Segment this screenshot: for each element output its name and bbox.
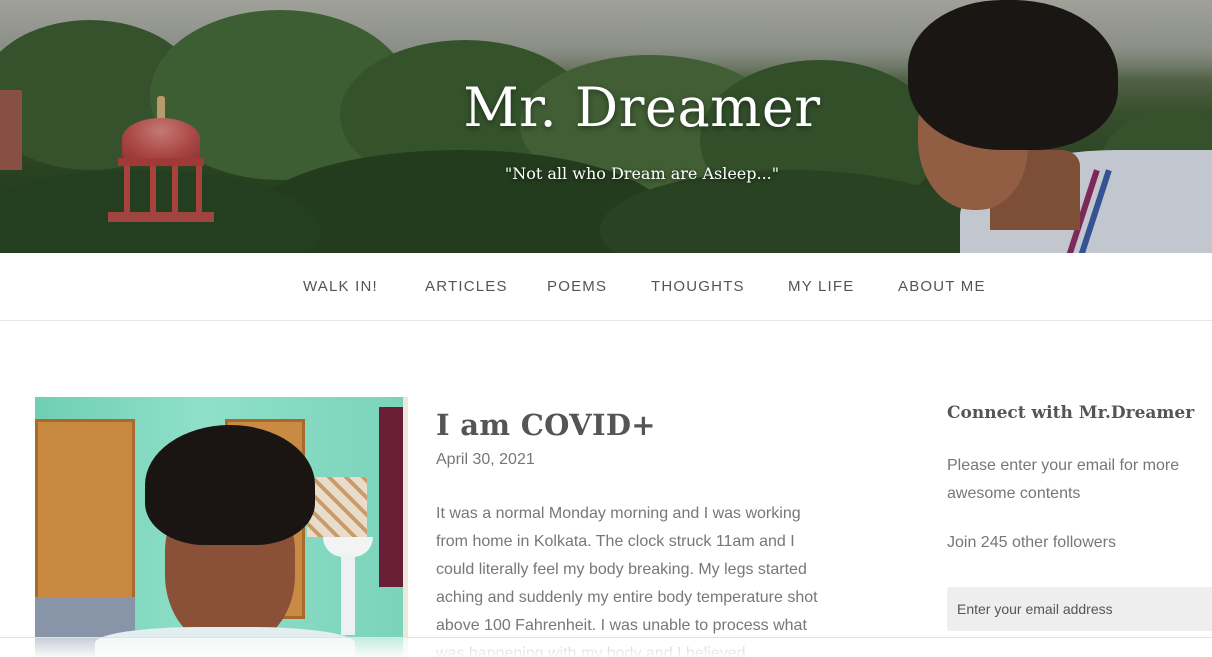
email-input[interactable] — [947, 587, 1212, 631]
nav-item-about-me[interactable]: ABOUT ME — [898, 278, 986, 295]
widget-title: Connect with Mr.Dreamer — [947, 403, 1195, 423]
post-title[interactable]: I am COVID+ — [436, 408, 656, 442]
followers-count: Join 245 other followers — [947, 534, 1116, 551]
nav-item-my-life[interactable]: MY LIFE — [788, 278, 854, 295]
header-banner: Mr. Dreamer "Not all who Dream are Aslee… — [0, 0, 1212, 253]
nav-item-walk-in[interactable]: WALK IN! — [303, 278, 378, 295]
main-navigation: WALK IN! ARTICLES POEMS THOUGHTS MY LIFE… — [0, 253, 1212, 321]
nav-item-thoughts[interactable]: THOUGHTS — [651, 278, 745, 295]
post-featured-image[interactable] — [35, 397, 408, 657]
nav-item-poems[interactable]: POEMS — [547, 278, 607, 295]
nav-item-articles[interactable]: ARTICLES — [425, 278, 508, 295]
site-tagline: "Not all who Dream are Asleep..." — [504, 164, 780, 183]
image-curtain — [379, 407, 405, 587]
image-tiles — [307, 477, 367, 537]
image-sink-stand — [341, 555, 355, 635]
site-title[interactable]: Mr. Dreamer — [0, 76, 1212, 139]
image-window — [403, 397, 408, 657]
image-hair — [145, 425, 315, 545]
widget-description: Please enter your email for more awesome… — [947, 457, 1180, 502]
post-excerpt: It was a normal Monday morning and I was… — [436, 505, 818, 657]
post-date[interactable]: April 30, 2021 — [436, 451, 535, 469]
bottom-fade-bar — [0, 637, 1212, 657]
